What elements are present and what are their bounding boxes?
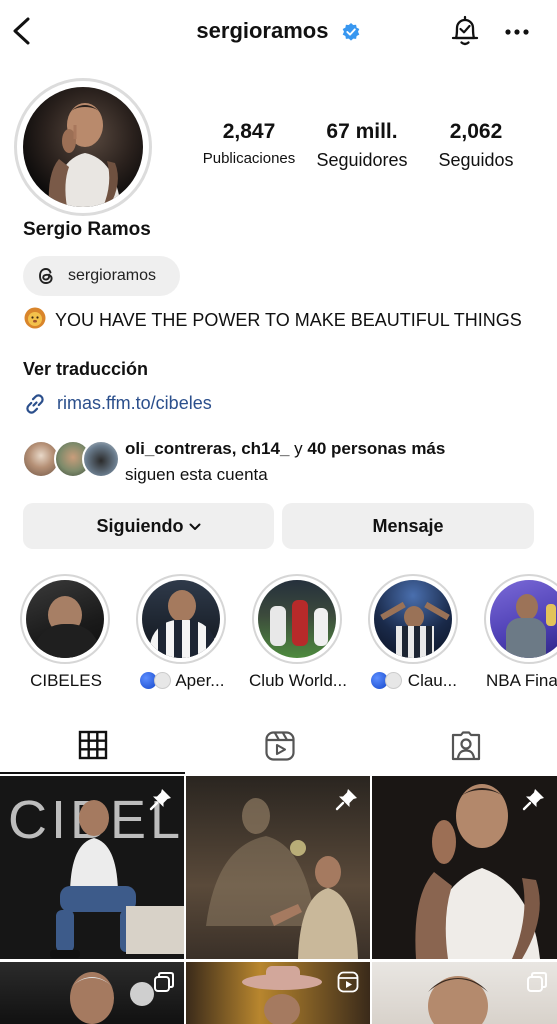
mutual-followers-avatars[interactable] [22,440,122,480]
followers-label: Seguidores [316,150,408,170]
highlight-ring [20,574,110,664]
highlight-clau[interactable]: Clau... [368,574,460,690]
highlight-ring [368,574,458,664]
post-row2-1[interactable] [0,962,184,1024]
highlight-label: Clau... [356,671,472,694]
emoji-dots-icon [139,672,171,694]
mutual-followers-text[interactable]: oli_contreras, ch14_ y 40 personas más s… [125,436,445,488]
posts-count: 2,847 [222,120,276,143]
emoji-dots-icon [371,672,403,694]
carousel-icon [527,972,547,992]
grid-tab[interactable] [0,718,185,774]
mutual-connector: y [289,439,308,458]
post-portrait[interactable] [372,776,557,959]
tagged-person-icon [451,731,481,761]
verified-badge-icon [342,23,359,41]
chevron-down-icon [189,523,200,531]
pin-icon [522,789,544,811]
threads-handle: sergioramos [68,267,157,284]
following-stat[interactable]: 2,062 Seguidos [428,120,524,171]
highlight-label: NBA Fina [486,671,557,690]
highlight-thumbnail [258,580,336,658]
highlight-thumbnail [490,580,557,658]
bio-text: YOU HAVE THE POWER TO MAKE BEAUTIFUL THI… [23,307,523,333]
threads-badge[interactable]: sergioramos [23,256,180,296]
post-row2-3[interactable] [372,962,557,1024]
link-chain-icon [26,394,44,414]
mutual-names: oli_contreras, ch14_ [125,439,290,458]
highlight-nba-finals[interactable]: NBA Fina [484,574,557,690]
mutual-count: 40 personas más [307,439,446,458]
followers-count: 67 mill. [326,120,398,143]
threads-icon [39,268,53,284]
highlight-ring [136,574,226,664]
post-row2-2[interactable] [186,962,370,1024]
profile-tabs [0,718,557,774]
highlight-label: Club World... [249,671,347,690]
reels-icon [337,971,359,993]
highlight-cibeles[interactable]: CIBELES [20,574,112,690]
notification-bell-icon[interactable] [448,14,482,48]
posts-label: Publicaciones [202,150,296,167]
highlight-club-world[interactable]: Club World... [249,574,347,690]
highlight-label: Aper... [124,671,240,694]
grid-icon [78,730,108,760]
more-dots-icon[interactable] [502,18,532,46]
highlight-label: CIBELES [30,671,102,690]
profile-name: Sergio Ramos [23,219,151,240]
lion-emoji-icon [24,307,46,329]
mutual-avatar [82,440,120,478]
pin-icon [335,789,357,811]
highlight-thumbnail [26,580,104,658]
following-label: Seguidos [438,150,514,170]
top-bar: sergioramos [0,0,557,64]
highlight-thumbnail [142,580,220,658]
reels-tab[interactable] [186,718,371,774]
post-cibeles-fountain[interactable] [186,776,370,959]
highlight-thumbnail [374,580,452,658]
mutual-suffix: siguen esta cuenta [125,465,268,484]
tagged-tab[interactable] [372,718,557,774]
posts-count-stat: 2,847 Publicaciones [196,120,302,167]
message-button[interactable]: Mensaje [282,503,534,549]
followers-stat[interactable]: 67 mill. Seguidores [306,120,418,171]
following-count: 2,062 [449,120,503,143]
following-button[interactable]: Siguiendo [23,503,274,549]
message-button-label: Mensaje [372,516,444,536]
username-title: sergioramos [196,18,329,43]
highlight-aper[interactable]: Aper... [136,574,228,690]
highlight-ring [484,574,557,664]
see-translation-link[interactable]: Ver traducción [23,359,148,380]
bio-content: YOU HAVE THE POWER TO MAKE BEAUTIFUL THI… [55,310,522,330]
reels-icon [265,731,295,761]
pin-icon [149,789,171,811]
profile-avatar[interactable] [14,78,152,216]
highlight-ring [252,574,342,664]
avatar-image [23,87,143,207]
carousel-icon [154,972,174,992]
post-cibeles[interactable]: CIBELES [0,776,184,959]
bio-link-text: rimas.ffm.to/cibeles [57,393,212,413]
posts-grid: CIBELES [0,776,557,1024]
following-button-label: Siguiendo [96,516,184,536]
